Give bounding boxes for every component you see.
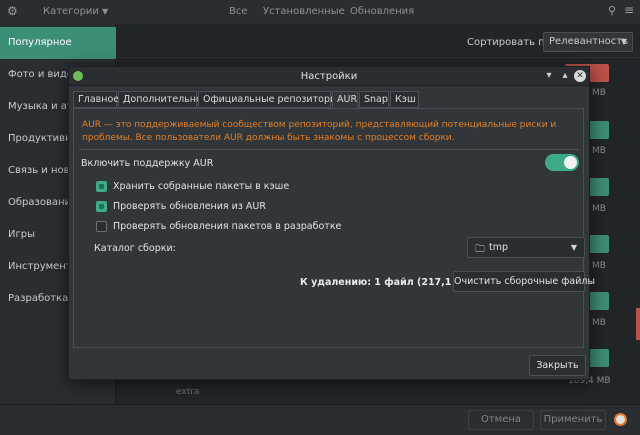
check-aur-updates-checkbox[interactable]	[96, 201, 107, 212]
dialog-titlebar[interactable]: Настройки ▾ ▴ ✕	[69, 67, 589, 86]
package-size: МВ	[592, 204, 606, 214]
enable-aur-label: Включить поддержку AUR	[81, 158, 214, 169]
package-size: МВ	[592, 261, 606, 271]
bottom-bar: extra Отмена Применить	[0, 387, 640, 435]
row-divider	[117, 57, 640, 58]
close-button[interactable]: Закрыть	[529, 355, 586, 376]
enable-aur-toggle[interactable]	[545, 154, 579, 171]
tab-updates[interactable]: Обновления	[350, 6, 414, 17]
check-devel-updates-label: Проверять обновления пакетов в разработк…	[113, 221, 342, 232]
tab-general[interactable]: Главное	[73, 91, 119, 108]
minimize-icon[interactable]: ▾	[542, 69, 556, 83]
to-delete-info: К удалению: 1 файл (217,1 kB)	[300, 277, 473, 288]
close-icon[interactable]: ✕	[574, 70, 586, 82]
build-dir-label: Каталог сборки:	[94, 243, 176, 254]
gear-icon[interactable]: ⚙	[7, 4, 18, 18]
package-size: МВ	[592, 88, 606, 98]
scrollbar-thumb[interactable]	[636, 308, 640, 340]
tab-aur[interactable]: AUR	[332, 91, 358, 109]
tab-official-repos[interactable]: Официальные репозитории	[198, 91, 342, 108]
status-indicator-icon	[614, 413, 627, 426]
build-dir-value: tmp	[489, 242, 509, 253]
categories-dropdown[interactable]: Категории ▼	[43, 6, 108, 17]
check-devel-updates-checkbox[interactable]	[96, 221, 107, 232]
keep-built-packages-checkbox[interactable]	[96, 181, 107, 192]
search-icon[interactable]: ⚲	[608, 4, 616, 17]
apply-button[interactable]: Применить	[540, 410, 606, 430]
top-bar: ⚙ Категории ▼ Все Установленные Обновлени…	[0, 0, 640, 24]
folder-icon: 🗀	[475, 244, 485, 255]
keep-built-packages-label: Хранить собранные пакеты в кэше	[113, 181, 290, 192]
chevron-down-icon: ▼	[620, 37, 627, 46]
categories-label: Категории	[43, 6, 99, 17]
build-dir-select[interactable]: 🗀 tmp ▼	[467, 237, 585, 258]
tab-installed[interactable]: Установленные	[263, 6, 345, 17]
sort-select[interactable]: Релевантность ▼	[543, 32, 633, 52]
chevron-down-icon: ▼	[570, 243, 577, 252]
package-size: МВ	[592, 146, 606, 156]
sort-bar: Сортировать по Релевантность ▼	[117, 27, 640, 55]
tab-advanced[interactable]: Дополнительно	[118, 91, 202, 108]
dialog-title: Настройки	[300, 71, 358, 82]
sidebar-item-popular[interactable]: Популярное	[0, 27, 116, 59]
tab-all[interactable]: Все	[229, 6, 248, 17]
settings-dialog: Настройки ▾ ▴ ✕ Главное Дополнительно Оф…	[68, 66, 595, 380]
sort-value: Релевантность	[549, 36, 628, 47]
check-aur-updates-label: Проверять обновления из AUR	[113, 201, 266, 212]
chevron-down-icon: ▼	[101, 7, 109, 16]
sort-label: Сортировать по	[467, 37, 551, 48]
tab-cache[interactable]: Кэш	[390, 91, 419, 108]
package-repo-label: extra	[176, 387, 200, 397]
aur-settings-panel: AUR — это поддерживаемый сообществом реп…	[73, 108, 595, 348]
toggle-knob	[564, 156, 577, 169]
hamburger-menu-icon[interactable]: ≡	[624, 3, 634, 17]
cancel-button[interactable]: Отмена	[468, 410, 534, 430]
tab-snap[interactable]: Snap	[359, 91, 389, 108]
aur-warning-text: AUR — это поддерживаемый сообществом реп…	[82, 120, 557, 143]
package-size: МВ	[592, 318, 606, 328]
maximize-icon[interactable]: ▴	[558, 69, 572, 83]
divider	[79, 149, 579, 150]
clear-build-files-button[interactable]: Очистить сборочные файлы	[453, 271, 595, 292]
